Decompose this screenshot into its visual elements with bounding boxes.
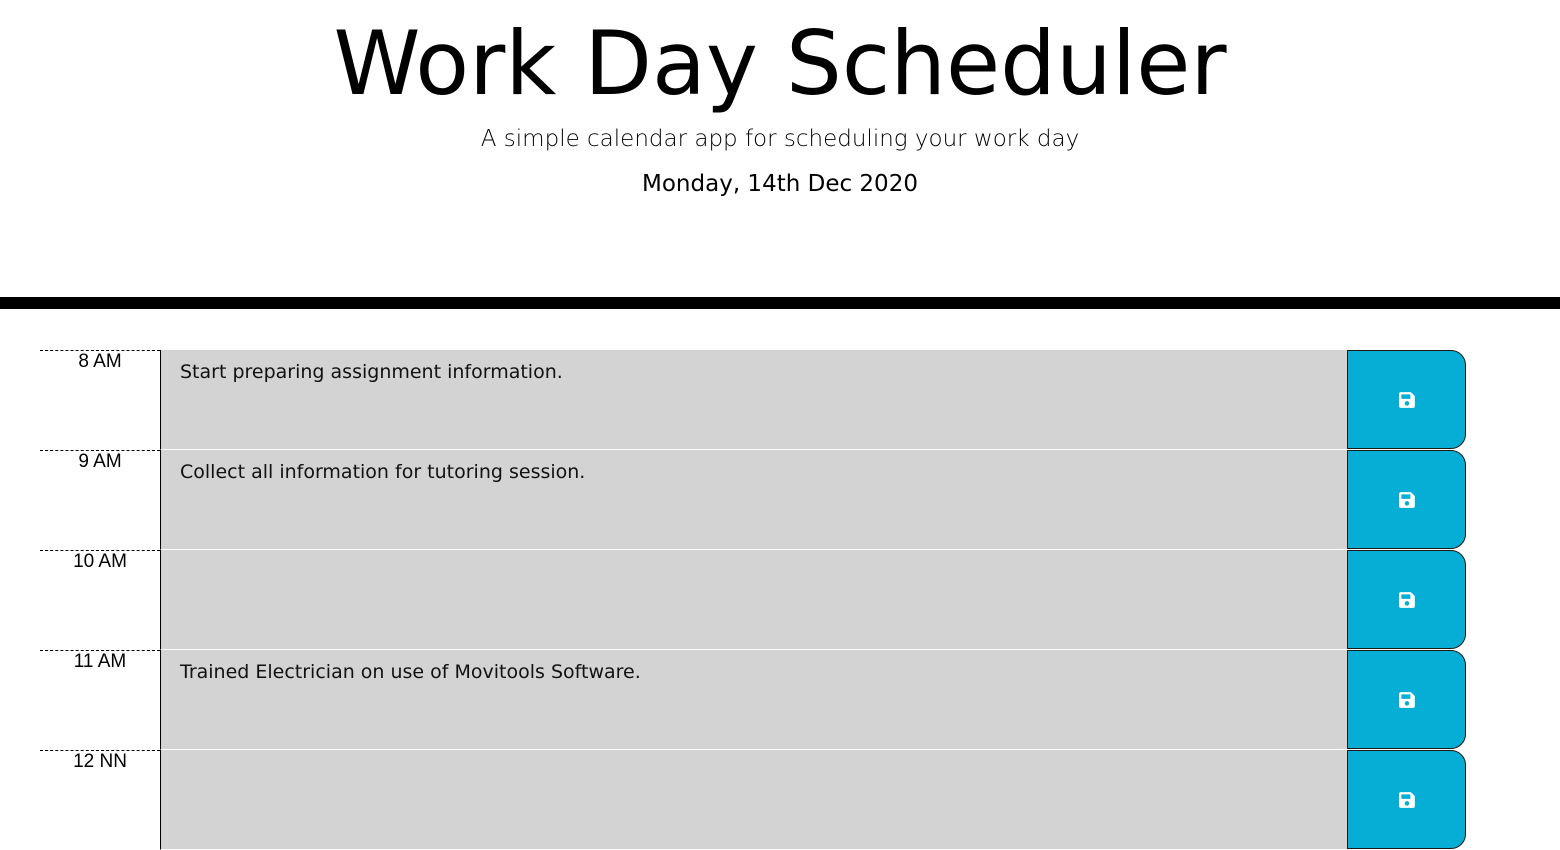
save-button[interactable]	[1347, 350, 1466, 449]
time-block: 11 AM Trained Electrician on use of Movi…	[0, 650, 1560, 750]
hour-label: 8 AM	[40, 350, 160, 450]
page-header: Work Day Scheduler A simple calendar app…	[0, 0, 1560, 297]
header-divider	[0, 297, 1560, 309]
save-icon	[1398, 491, 1415, 508]
description-textarea[interactable]	[160, 750, 1347, 850]
description-textarea[interactable]: Collect all information for tutoring ses…	[160, 450, 1347, 550]
save-icon	[1398, 591, 1415, 608]
hour-label: 10 AM	[40, 550, 160, 650]
description-textarea[interactable]: Trained Electrician on use of Movitools …	[160, 650, 1347, 750]
save-button[interactable]	[1347, 650, 1466, 749]
save-icon	[1398, 391, 1415, 408]
save-button[interactable]	[1347, 550, 1466, 649]
description-textarea[interactable]: Start preparing assignment information.	[160, 350, 1347, 450]
hour-label: 11 AM	[40, 650, 160, 750]
description-textarea[interactable]	[160, 550, 1347, 650]
time-block: 12 NN	[0, 750, 1560, 850]
time-block: 9 AM Collect all information for tutorin…	[0, 450, 1560, 550]
save-icon	[1398, 791, 1415, 808]
save-icon	[1398, 691, 1415, 708]
save-button[interactable]	[1347, 750, 1466, 849]
time-block: 8 AM Start preparing assignment informat…	[0, 350, 1560, 450]
hour-label: 12 NN	[40, 750, 160, 850]
scheduler-container: 8 AM Start preparing assignment informat…	[0, 350, 1560, 850]
page-subtitle: A simple calendar app for scheduling you…	[480, 126, 1080, 152]
save-button[interactable]	[1347, 450, 1466, 549]
hour-label: 9 AM	[40, 450, 160, 550]
current-day: Monday, 14th Dec 2020	[642, 171, 918, 197]
time-block: 10 AM	[0, 550, 1560, 650]
page-title: Work Day Scheduler	[333, 12, 1227, 115]
